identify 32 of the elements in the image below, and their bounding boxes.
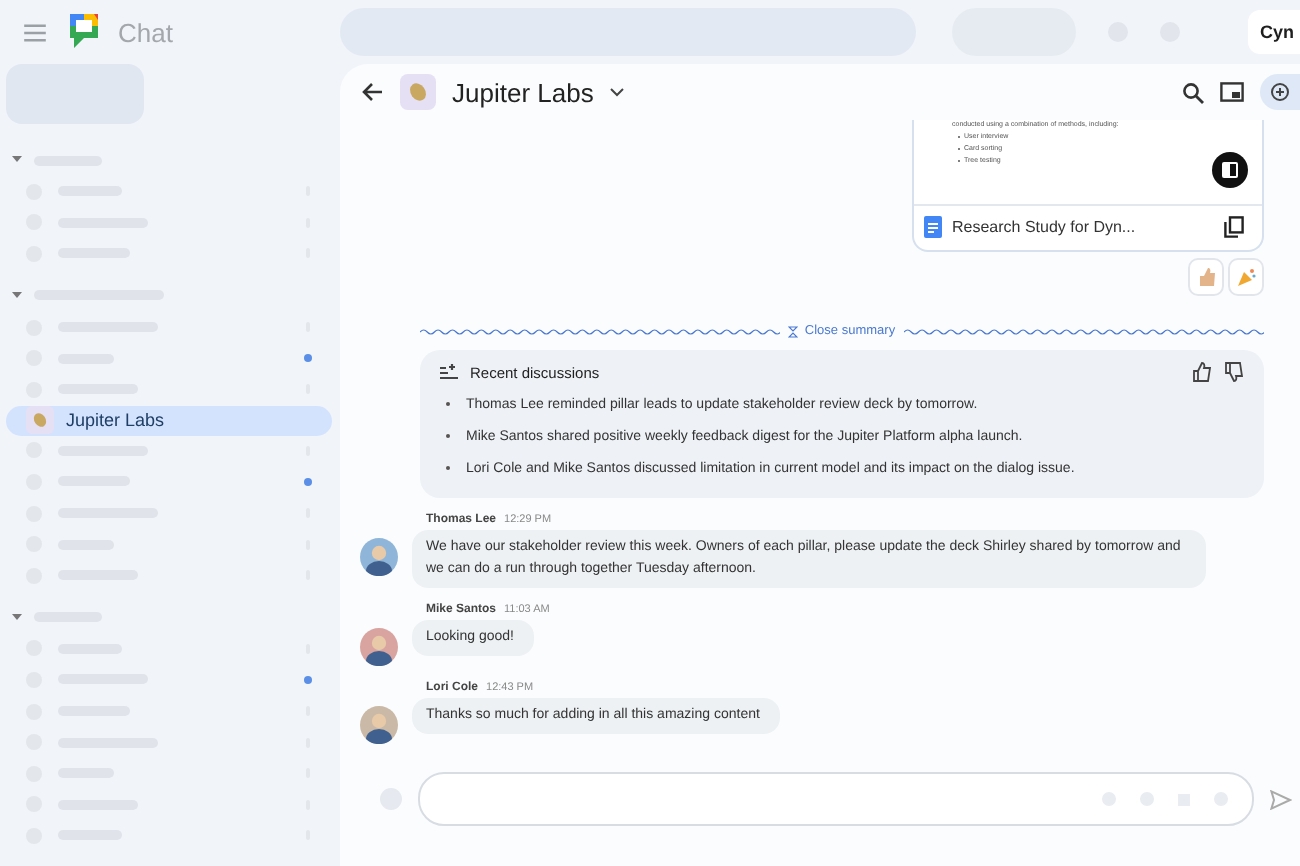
avatar-icon: [360, 706, 398, 744]
caret-icon[interactable]: [12, 156, 22, 164]
chevron-down-icon[interactable]: [609, 87, 624, 97]
app-name: Chat: [118, 17, 173, 47]
planet-icon: [400, 74, 436, 110]
sidebar-item[interactable]: Jupiter Labs: [6, 405, 332, 436]
back-arrow-icon[interactable]: [362, 82, 384, 102]
thumbs-down-icon[interactable]: [1224, 362, 1244, 382]
message-input[interactable]: [418, 772, 1254, 826]
send-icon[interactable]: [1270, 789, 1292, 809]
account-tab[interactable]: Cyn: [1247, 10, 1300, 54]
caret-icon[interactable]: [12, 613, 22, 622]
space-title[interactable]: Jupiter Labs: [452, 77, 594, 107]
collapse-icon: [788, 325, 799, 337]
menu-icon[interactable]: [24, 23, 46, 41]
chat-logo-icon: [66, 12, 102, 52]
summary-icon: [440, 364, 458, 380]
planet-icon: [26, 406, 54, 435]
add-icon: [1270, 82, 1290, 102]
thumbs-up-icon: [1197, 268, 1215, 286]
copy-icon[interactable]: [1224, 216, 1244, 238]
thumbs-up-icon[interactable]: [1192, 362, 1212, 382]
video-call-button[interactable]: [1260, 74, 1300, 110]
caret-icon[interactable]: [12, 291, 22, 300]
document-icon: [924, 216, 942, 238]
avatar-icon: [360, 628, 398, 666]
file-name: Research Study for Dyn...: [952, 218, 1136, 236]
party-popper-icon: [1237, 268, 1255, 286]
avatar-icon: [360, 538, 398, 576]
panel-icon[interactable]: [1212, 152, 1248, 188]
picture-in-picture-icon[interactable]: [1220, 82, 1244, 102]
search-icon[interactable]: [1182, 81, 1204, 103]
